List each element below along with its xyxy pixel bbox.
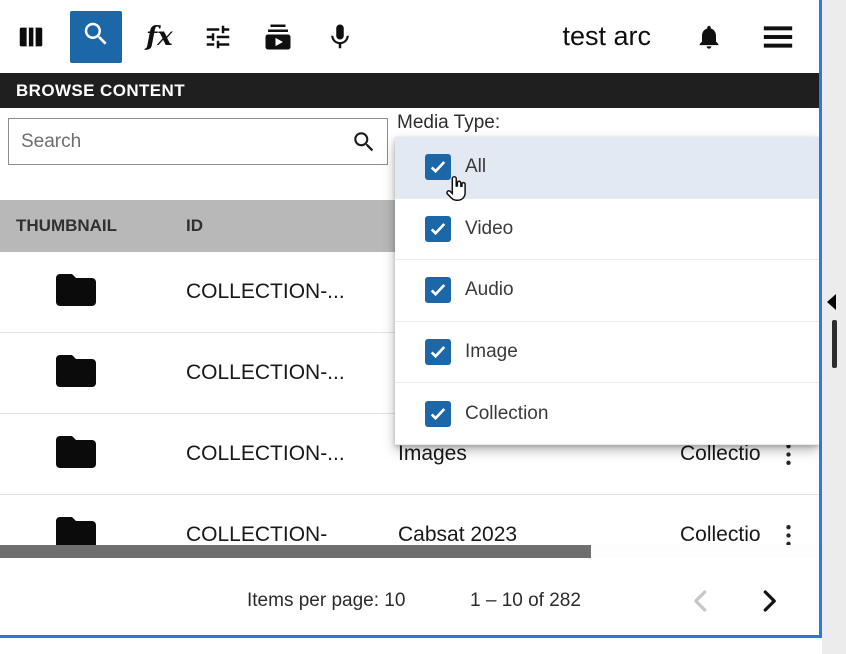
checkbox-checked-icon[interactable] bbox=[425, 216, 451, 242]
search-tab-button[interactable] bbox=[70, 11, 122, 63]
media-type-dropdown: All Video Audio Image bbox=[395, 137, 819, 445]
option-label: Collection bbox=[465, 403, 548, 425]
checkbox-checked-icon[interactable] bbox=[425, 401, 451, 427]
video-library-icon[interactable] bbox=[263, 22, 293, 52]
view-columns-icon[interactable] bbox=[16, 22, 46, 52]
tune-filters-icon[interactable] bbox=[203, 22, 233, 52]
checkbox-checked-icon[interactable] bbox=[425, 277, 451, 303]
microphone-icon[interactable] bbox=[325, 22, 355, 52]
next-page-button[interactable] bbox=[754, 586, 784, 616]
search-submit-icon[interactable] bbox=[351, 129, 377, 155]
folder-icon bbox=[52, 428, 100, 481]
row-id: COLLECTION-... bbox=[176, 280, 388, 304]
previous-page-button[interactable] bbox=[686, 586, 716, 616]
column-header-id: ID bbox=[176, 216, 388, 236]
hamburger-menu-icon[interactable] bbox=[761, 22, 795, 52]
option-label: Image bbox=[465, 341, 518, 363]
media-type-option-image[interactable]: Image bbox=[395, 322, 819, 384]
option-label: Video bbox=[465, 218, 513, 240]
folder-icon bbox=[52, 266, 100, 319]
row-type-text: Collectio bbox=[680, 442, 761, 466]
items-per-page-label: Items per page: 10 bbox=[247, 590, 405, 612]
media-type-option-video[interactable]: Video bbox=[395, 199, 819, 261]
collapse-panel-arrow-icon[interactable] bbox=[827, 294, 836, 310]
row-id: COLLECTION-... bbox=[176, 442, 388, 466]
media-type-option-audio[interactable]: Audio bbox=[395, 260, 819, 322]
app-title: test arc bbox=[562, 21, 651, 52]
notifications-bell-icon[interactable] bbox=[695, 23, 723, 51]
fx-effects-icon[interactable]: fx bbox=[146, 22, 173, 52]
row-id: COLLECTION- bbox=[176, 523, 388, 547]
column-header-thumbnail: THUMBNAIL bbox=[0, 216, 176, 236]
folder-icon bbox=[52, 347, 100, 400]
row-title: Cabsat 2023 bbox=[388, 523, 660, 547]
search-box bbox=[8, 118, 388, 165]
thumbnail-cell bbox=[0, 347, 176, 400]
checkbox-checked-icon[interactable] bbox=[425, 339, 451, 365]
vertical-scrollbar-thumb[interactable] bbox=[832, 320, 837, 368]
row-title: Images bbox=[388, 442, 660, 466]
browse-content-header: BROWSE CONTENT bbox=[0, 73, 819, 108]
search-icon bbox=[81, 19, 111, 54]
hand-cursor-icon bbox=[441, 173, 471, 205]
media-type-label: Media Type: bbox=[397, 112, 500, 134]
row-id: COLLECTION-... bbox=[176, 361, 388, 385]
toolbar: fx test arc bbox=[0, 0, 819, 73]
media-type-option-collection[interactable]: Collection bbox=[395, 383, 819, 445]
app-window: fx test arc BROWSE CONTENT bbox=[0, 0, 822, 638]
page-range-label: 1 – 10 of 282 bbox=[470, 590, 581, 612]
search-input[interactable] bbox=[9, 131, 351, 153]
fx-glyph: fx bbox=[146, 22, 173, 52]
browse-content-title: BROWSE CONTENT bbox=[16, 81, 185, 101]
thumbnail-cell bbox=[0, 428, 176, 481]
option-label: Audio bbox=[465, 279, 514, 301]
row-type-text: Collectio bbox=[680, 523, 761, 547]
paginator: Items per page: 10 1 – 10 of 282 bbox=[0, 558, 819, 635]
thumbnail-cell bbox=[0, 266, 176, 319]
